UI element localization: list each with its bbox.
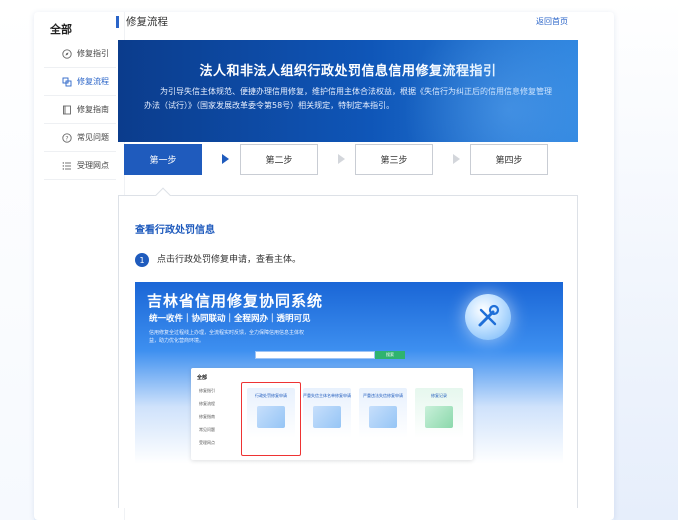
- guide-banner: 法人和非法人组织行政处罚信息信用修复流程指引 为引导失信主体规范、便捷办理信用修…: [118, 40, 578, 142]
- step-content-panel: 查看行政处罚信息 1 点击行政处罚修复申请，查看主体。 吉林省信用修复协同系统 …: [118, 195, 578, 509]
- question-icon: ?: [62, 132, 72, 143]
- screenshot-tile-list-repair: 严重失信主体名单修复申请: [303, 388, 351, 438]
- step-tabs: 第一步 第二步 第三步 第四步: [124, 144, 564, 176]
- document-illustration-icon: [313, 406, 341, 428]
- sidebar: 全部 修复指引 修复流程 修复指南 ? 常见问题 受理网点: [44, 20, 116, 180]
- page-title: 修复流程: [126, 16, 168, 28]
- flow-icon: [62, 77, 72, 87]
- instruction-number-badge: 1: [135, 253, 149, 267]
- screenshot-tile-label: 严重违法失信修复申请: [363, 393, 403, 398]
- tools-logo-icon: [465, 294, 511, 340]
- svg-text:?: ?: [65, 135, 68, 142]
- screenshot-description: 信用修复全过程线上办理，全流程实时反馈，全力保障信用信息主体权益，助力优化营商环…: [149, 330, 305, 344]
- arrow-right-icon: [338, 154, 345, 164]
- banner-title: 法人和非法人组织行政处罚信息信用修复流程指引: [199, 64, 497, 79]
- screenshot-menu-item: 修复指南: [199, 414, 215, 419]
- back-home-link[interactable]: 返回首页: [536, 14, 568, 30]
- screenshot-subtitle: 统一收件｜协同联动｜全程网办｜透明可见: [149, 314, 311, 324]
- sidebar-item-label: 修复指南: [77, 105, 109, 114]
- page-header: 修复流程 返回首页: [116, 14, 568, 30]
- banner-description: 为引导失信主体规范、便捷办理信用修复，维护信用主体合法权益，根据《失信行为纠正后…: [144, 87, 552, 110]
- sidebar-item-label: 修复流程: [77, 77, 109, 86]
- sidebar-item-label: 常见问题: [77, 133, 109, 142]
- sidebar-item-faq[interactable]: ? 常见问题: [44, 124, 116, 152]
- header-accent-bar: [116, 16, 119, 28]
- page-background-right: [614, 0, 678, 520]
- list-icon: [62, 161, 72, 171]
- screenshot-tile-label: 修复记录: [431, 393, 447, 398]
- screenshot-inner-panel: 全部 修复指引 修复流程 修复指南 常见问题 受理网点 行政处罚修复申请 严重失…: [191, 368, 473, 460]
- document-illustration-icon: [425, 406, 453, 428]
- screenshot-tile-serious-repair: 严重违法失信修复申请: [359, 388, 407, 438]
- arrow-right-icon: [453, 154, 460, 164]
- screenshot-tile-label: 严重失信主体名单修复申请: [303, 393, 351, 398]
- screenshot-tile-records: 修复记录: [415, 388, 463, 438]
- compass-icon: [62, 48, 72, 59]
- book-icon: [62, 105, 72, 115]
- step-tab-1[interactable]: 第一步: [124, 144, 202, 175]
- screenshot-search-input: [255, 351, 375, 359]
- screenshot-menu-item: 修复指引: [199, 388, 215, 393]
- sidebar-item-manual[interactable]: 修复指南: [44, 96, 116, 124]
- sidebar-item-flow[interactable]: 修复流程: [44, 68, 116, 96]
- sidebar-item-outlets[interactable]: 受理网点: [44, 152, 116, 180]
- sidebar-item-label: 受理网点: [77, 161, 109, 170]
- panel-pointer-notch: [154, 186, 172, 196]
- arrow-right-icon: [222, 154, 229, 164]
- screenshot-menu-item: 修复流程: [199, 401, 215, 406]
- step-tab-3[interactable]: 第三步: [355, 144, 433, 175]
- example-screenshot: 吉林省信用修复协同系统 统一收件｜协同联动｜全程网办｜透明可见 信用修复全过程线…: [135, 282, 563, 509]
- screenshot-system-title: 吉林省信用修复协同系统: [147, 292, 324, 310]
- document-illustration-icon: [369, 406, 397, 428]
- step-tab-2[interactable]: 第二步: [240, 144, 318, 175]
- highlight-box: [241, 382, 301, 456]
- instruction-text: 点击行政处罚修复申请，查看主体。: [157, 255, 302, 265]
- sidebar-title: 全部: [50, 23, 72, 36]
- sidebar-item-label: 修复指引: [77, 49, 109, 58]
- step-tab-4[interactable]: 第四步: [470, 144, 548, 175]
- section-title: 查看行政处罚信息: [135, 225, 215, 236]
- screenshot-menu-item: 受理网点: [199, 440, 215, 445]
- screenshot-all-label: 全部: [197, 375, 208, 381]
- sidebar-item-guide[interactable]: 修复指引: [44, 40, 116, 68]
- page-background-left: [0, 0, 34, 520]
- screenshot-search-button: 搜索: [375, 351, 405, 359]
- screenshot-menu-item: 常见问题: [199, 427, 215, 432]
